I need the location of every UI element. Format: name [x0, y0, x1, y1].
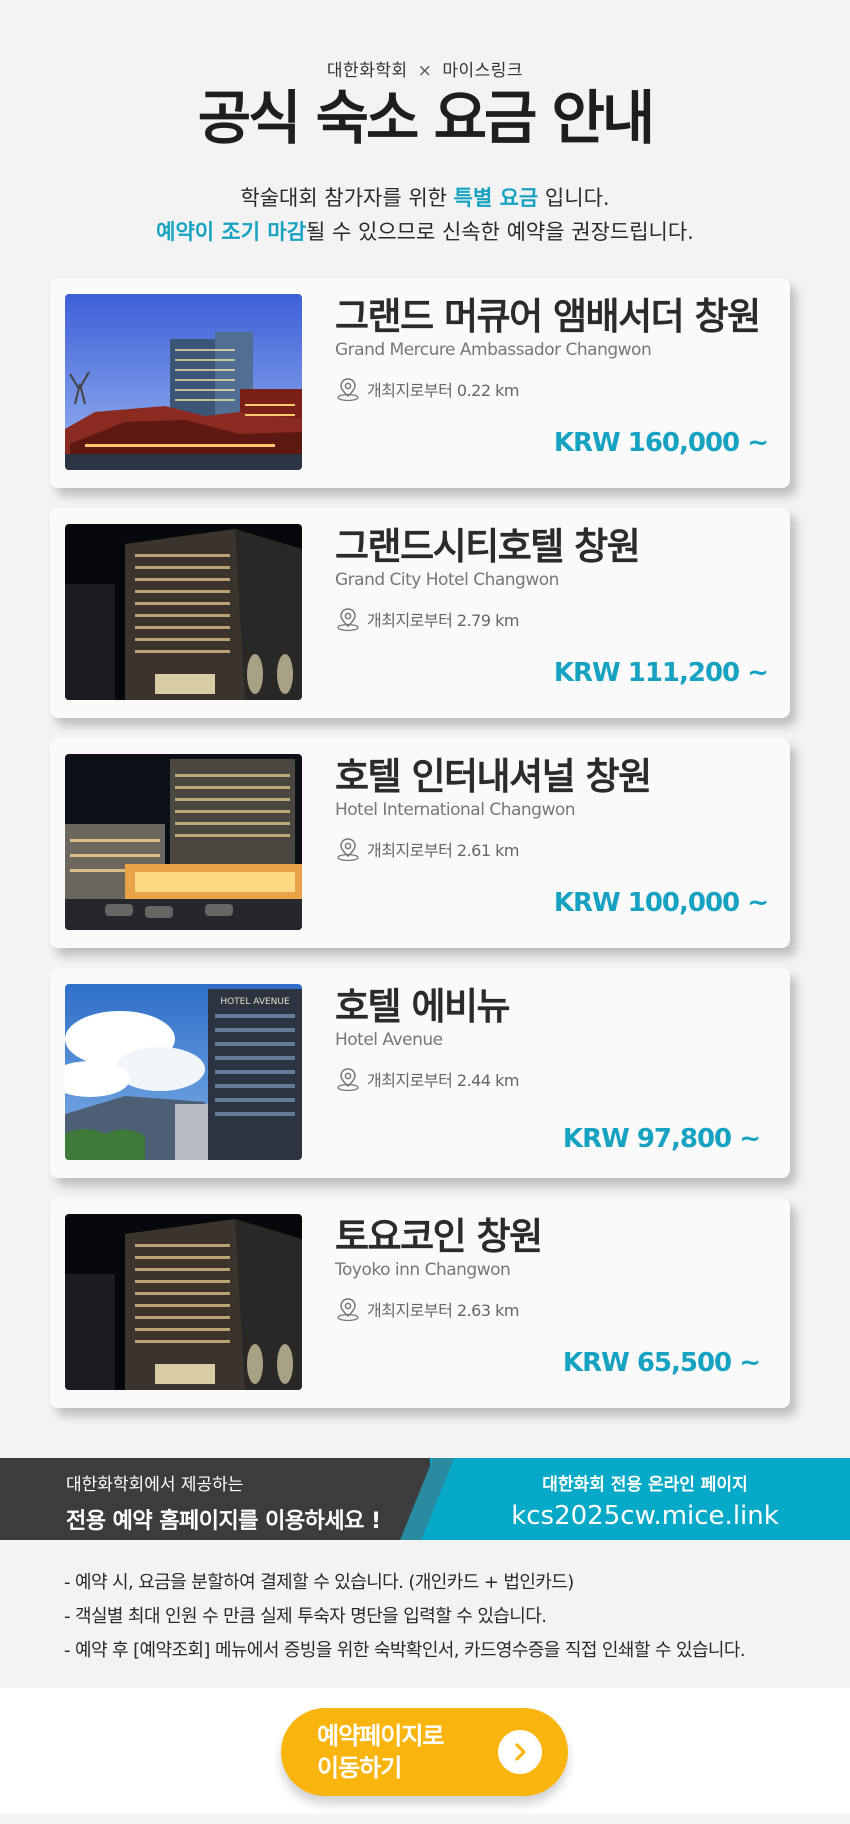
hotel-distance-text: 개최지로부터 2.61 km — [367, 841, 519, 860]
hotel-photo — [65, 754, 302, 930]
hotel-distance: 개최지로부터 2.79 km — [335, 606, 770, 632]
hotel-price: KRW 160,000 ~ — [553, 428, 769, 458]
booking-button-label-line: 예약페이지로 — [317, 1722, 444, 1750]
hotel-distance: 개최지로부터 2.63 km — [335, 1296, 770, 1322]
hotel-sign-text: HOTEL AVENUE — [220, 997, 290, 1007]
hotel-price: KRW 97,800 ~ — [562, 1124, 761, 1154]
hotel-name-ko: 호텔 인터내셔널 창원 — [335, 755, 652, 798]
intro-text: 학술대회 참가자를 위한 특별 요금 입니다. 예약이 조기 마감될 수 있으므… — [0, 181, 850, 249]
hotel-card[interactable]: 그랜드시티호텔 창원 Grand City Hotel Changwon 개최지… — [50, 508, 790, 718]
note-item: - 객실별 최대 인원 수 만큼 실제 투숙자 명단을 입력할 수 있습니다. — [64, 1606, 547, 1627]
hotel-name-ko: 토요코인 창원 — [335, 1215, 543, 1258]
chevron-right-icon — [498, 1730, 542, 1774]
hotel-name-ko: 호텔 에비뉴 — [335, 985, 511, 1028]
note-item: - 예약 후 [예약조회] 메뉴에서 증빙을 위한 숙박확인서, 카드영수증을 … — [64, 1640, 746, 1661]
banner-link-url[interactable]: kcs2025cw.mice.link — [430, 1501, 850, 1531]
intro-text-part: 입니다. — [538, 186, 610, 210]
hotel-info: 그랜드 머큐어 앰배서더 창원 Grand Mercure Ambassador… — [335, 294, 770, 402]
hotel-card[interactable]: 그랜드 머큐어 앰배서더 창원 Grand Mercure Ambassador… — [50, 278, 790, 488]
hotel-name-en: Hotel Avenue — [335, 1030, 443, 1050]
hotel-distance-text: 개최지로부터 0.22 km — [367, 381, 519, 400]
hotel-name-en: Hotel International Changwon — [335, 800, 576, 820]
note-item: - 예약 시, 요금을 분할하여 결제할 수 있습니다. (개인카드 + 법인카… — [64, 1572, 574, 1593]
hotel-photo — [65, 524, 302, 700]
hotel-name-en: Grand Mercure Ambassador Changwon — [335, 340, 652, 360]
hotel-distance: 개최지로부터 2.44 km — [335, 1066, 770, 1092]
booking-banner: 대한화학회에서 제공하는 전용 예약 홈페이지를 이용하세요 ! 대한화회 전용… — [0, 1458, 850, 1540]
hotel-photo — [65, 294, 302, 470]
location-pin-icon — [337, 1068, 359, 1092]
organizer-line: 대한화학회 × 마이스링크 — [0, 56, 850, 81]
location-pin-icon — [337, 838, 359, 862]
hotel-info: 호텔 인터내셔널 창원 Hotel International Changwon… — [335, 754, 770, 862]
hotel-distance: 개최지로부터 0.22 km — [335, 376, 770, 402]
banner-left: 대한화학회에서 제공하는 전용 예약 홈페이지를 이용하세요 ! — [66, 1470, 381, 1535]
intro-highlight: 예약이 조기 마감 — [156, 220, 307, 244]
hotel-distance-text: 개최지로부터 2.63 km — [367, 1301, 519, 1320]
hotel-photo — [65, 1214, 302, 1390]
hotel-price: KRW 65,500 ~ — [562, 1348, 761, 1378]
hotel-card[interactable]: HOTEL AVENUE 호텔 에비뉴 Hotel Avenue 개최지로부터 … — [50, 968, 790, 1178]
booking-notes: - 예약 시, 요금을 분할하여 결제할 수 있습니다. (개인카드 + 법인카… — [64, 1566, 746, 1668]
hotel-distance-text: 개최지로부터 2.79 km — [367, 611, 519, 630]
hotel-card[interactable]: 토요코인 창원 Toyoko inn Changwon 개최지로부터 2.63 … — [50, 1198, 790, 1408]
page-title: 공식 숙소 요금 안내 — [197, 84, 655, 152]
hotel-distance: 개최지로부터 2.61 km — [335, 836, 770, 862]
hotel-photo: HOTEL AVENUE — [65, 984, 302, 1160]
organizer-a: 대한화학회 — [326, 61, 408, 81]
intro-text-part: 학술대회 참가자를 위한 — [240, 186, 454, 210]
footer: 예약페이지로 이동하기 — [0, 1688, 850, 1814]
banner-right: 대한화회 전용 온라인 페이지 kcs2025cw.mice.link — [430, 1470, 850, 1531]
hotel-name-en: Toyoko inn Changwon — [335, 1260, 511, 1280]
booking-button-label-line: 이동하기 — [317, 1754, 402, 1782]
hotel-info: 그랜드시티호텔 창원 Grand City Hotel Changwon 개최지… — [335, 524, 770, 632]
hotel-info: 토요코인 창원 Toyoko inn Changwon 개최지로부터 2.63 … — [335, 1214, 770, 1322]
intro-highlight: 특별 요금 — [453, 186, 539, 210]
organizer-b: 마이스링크 — [442, 61, 524, 81]
booking-button-label: 예약페이지로 이동하기 — [317, 1720, 477, 1784]
location-pin-icon — [337, 608, 359, 632]
banner-title: 전용 예약 홈페이지를 이용하세요 ! — [66, 1509, 381, 1534]
hotel-price: KRW 111,200 ~ — [553, 658, 769, 688]
hotel-card[interactable]: 호텔 인터내셔널 창원 Hotel International Changwon… — [50, 738, 790, 948]
intro-text-part: 될 수 있으므로 신속한 예약을 권장드립니다. — [306, 220, 694, 244]
hotel-name-ko: 그랜드 머큐어 앰배서더 창원 — [335, 295, 761, 338]
hotel-price: KRW 100,000 ~ — [553, 888, 769, 918]
location-pin-icon — [337, 1298, 359, 1322]
go-to-booking-button[interactable]: 예약페이지로 이동하기 — [281, 1708, 568, 1796]
hotel-info: 호텔 에비뉴 Hotel Avenue 개최지로부터 2.44 km — [335, 984, 770, 1092]
banner-link-caption: 대한화회 전용 온라인 페이지 — [542, 1475, 748, 1495]
hotel-name-ko: 그랜드시티호텔 창원 — [335, 525, 641, 568]
location-pin-icon — [337, 378, 359, 402]
page-header: 대한화학회 × 마이스링크 공식 숙소 요금 안내 학술대회 참가자를 위한 특별 … — [0, 0, 850, 249]
banner-subtitle: 대한화학회에서 제공하는 — [66, 1475, 244, 1495]
hotel-name-en: Grand City Hotel Changwon — [335, 570, 559, 590]
separator: × — [417, 61, 433, 81]
hotel-distance-text: 개최지로부터 2.44 km — [367, 1071, 519, 1090]
